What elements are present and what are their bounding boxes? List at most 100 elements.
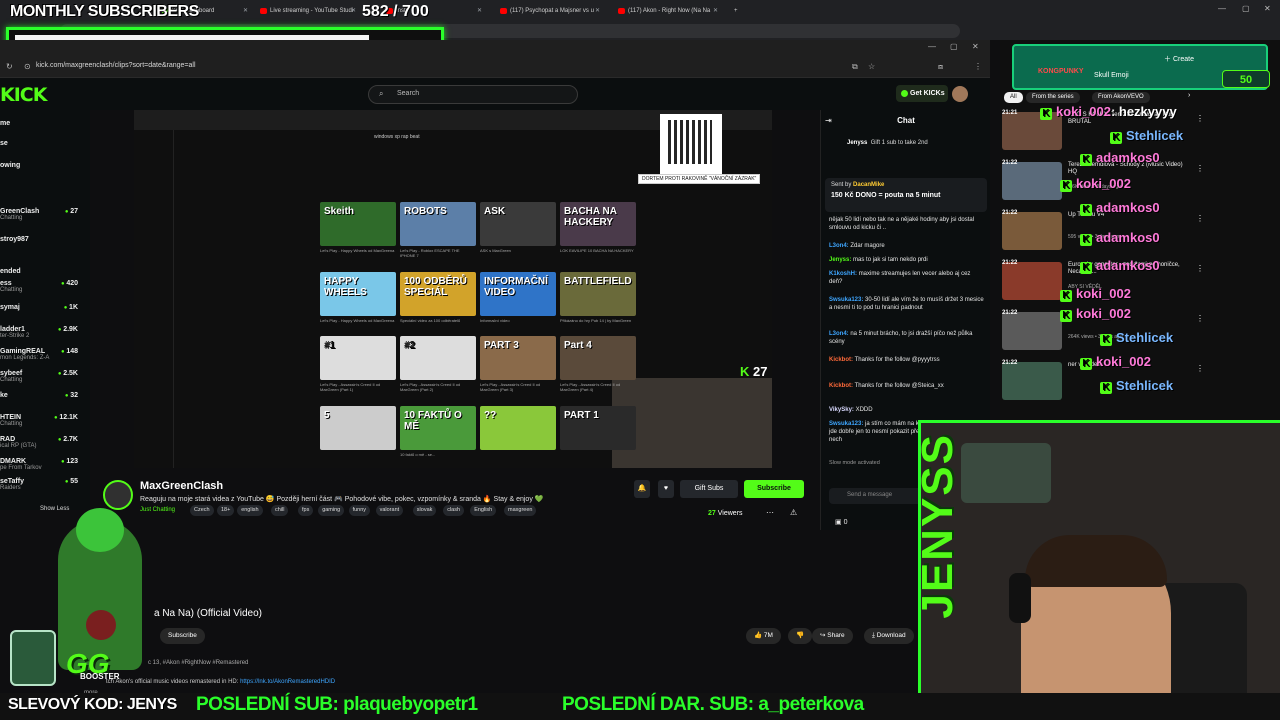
report-icon[interactable]: ⚠ — [790, 508, 797, 517]
chevron-right-icon[interactable]: › — [1188, 92, 1190, 99]
download-button[interactable]: ⤓ Download — [864, 628, 914, 644]
new-tab-button[interactable]: + — [732, 3, 746, 20]
gift-subs-button[interactable]: Gift Subs — [680, 480, 738, 498]
sidebar-channel[interactable]: ke 32 — [0, 392, 86, 399]
get-kicks-button[interactable]: Get KICKs — [896, 85, 948, 102]
video-thumbnail[interactable]: ASK — [480, 202, 556, 246]
video-thumbnail[interactable]: #2 — [400, 336, 476, 380]
sidebar-channel[interactable]: stroy987 — [0, 236, 86, 243]
browser-tab[interactable]: (117) Akon - Right Now (Na Na ✕ — [616, 3, 720, 20]
stream-tag[interactable]: English — [470, 505, 497, 516]
close-tab-icon[interactable]: ✕ — [477, 3, 482, 20]
site-info-icon[interactable]: ⊙ — [24, 62, 31, 71]
chat-username[interactable]: L3on4: — [829, 243, 849, 249]
sidebar-channel[interactable]: essChatting 420 — [0, 280, 86, 293]
stream-tag[interactable]: clash — [443, 505, 465, 516]
like-button[interactable]: 👍 7M — [746, 628, 781, 644]
sidebar-channel[interactable]: me — [0, 120, 86, 127]
chat-username[interactable]: VikySky: — [829, 407, 854, 413]
video-thumbnail[interactable]: #1 — [320, 336, 396, 380]
close-window-icon[interactable]: ✕ — [1264, 4, 1271, 13]
stream-tag[interactable]: valorant — [375, 505, 404, 516]
notification-bell-button[interactable]: 🔔 — [634, 480, 650, 498]
stream-tag[interactable]: funny — [348, 505, 371, 516]
create-button[interactable]: ＋ Create — [1164, 54, 1194, 64]
browser-tab[interactable]: Live streaming - YouTube Studi ✕ — [258, 3, 358, 20]
more-options-icon[interactable]: ⋮ — [1196, 364, 1204, 373]
sidebar-channel[interactable]: sybeefChatting 2.5K — [0, 370, 86, 383]
stream-tag[interactable]: slovak — [412, 505, 437, 516]
subscribe-button[interactable]: Subscribe — [744, 480, 804, 498]
video-thumbnail[interactable]: 100 ODBĚRŮ SPECIÁL — [400, 272, 476, 316]
video-thumbnail[interactable]: Part 4 — [560, 336, 636, 380]
sidebar-channel[interactable]: GamingREALmon Legends: Z-A 148 — [0, 348, 86, 361]
maximize-icon[interactable]: ▢ — [1242, 4, 1250, 13]
sidebar-channel[interactable]: HTEINChatting 12.1K — [0, 414, 86, 427]
more-options-icon[interactable]: ⋮ — [1196, 214, 1204, 223]
more-options-icon[interactable]: ⋮ — [1196, 314, 1204, 323]
close-tab-icon[interactable]: ✕ — [351, 3, 356, 20]
follow-heart-button[interactable]: ♥ — [658, 480, 674, 498]
inner-maximize-icon[interactable]: ▢ — [950, 42, 958, 51]
extensions-icon[interactable]: ⧈ — [938, 62, 943, 72]
translate-icon[interactable]: ⧉ — [852, 62, 858, 72]
sidebar-channel[interactable]: ladder1ter-Strike 2 2.9K — [0, 326, 86, 339]
stream-tag[interactable]: Czech — [190, 505, 214, 516]
close-tab-icon[interactable]: ✕ — [713, 3, 718, 20]
suggestion-tab[interactable]: From the series — [1026, 92, 1080, 103]
more-options-icon[interactable]: ⋮ — [1196, 264, 1204, 273]
video-thumbnail[interactable]: 10 FAKTŮ O MĚ — [400, 406, 476, 450]
video-thumbnail[interactable]: INFORMAČNÍ VIDEO — [480, 272, 556, 316]
video-thumbnail[interactable]: BATTLEFIELD — [560, 272, 636, 316]
inner-close-icon[interactable]: ✕ — [972, 42, 979, 51]
video-thumbnail[interactable]: ?? — [480, 406, 556, 450]
dislike-button[interactable]: 👎 — [788, 628, 813, 644]
sidebar-channel[interactable]: owing — [0, 162, 86, 169]
video-thumbnail[interactable]: HAPPY WHEELS — [320, 272, 396, 316]
menu-dots-icon[interactable]: ⋮ — [974, 62, 982, 71]
more-options-icon[interactable]: ⋮ — [1196, 164, 1204, 173]
suggestion-tab[interactable]: From AkonVEVO — [1092, 92, 1150, 103]
sidebar-channel[interactable]: se — [0, 140, 86, 147]
more-options-icon[interactable]: ⋮ — [1196, 114, 1204, 123]
sidebar-channel[interactable]: RADical RP (GTA) 2.7K — [0, 436, 86, 449]
description-url[interactable]: https://lnk.to/AkonRemasteredHDID — [240, 679, 335, 685]
stream-tag[interactable]: 18+ — [217, 505, 235, 516]
suggestion-tab[interactable]: All — [1004, 92, 1023, 103]
chat-username[interactable]: L3on4: — [829, 331, 849, 337]
chat-username[interactable]: Swsuka123: — [829, 421, 863, 427]
close-tab-icon[interactable]: ✕ — [243, 3, 248, 20]
stream-tag[interactable]: maxgreen — [504, 505, 537, 516]
browser-tab[interactable]: (117) Psychopat a Majsner vs u ✕ — [498, 3, 602, 20]
sidebar-channel[interactable]: GreenClashChatting 27 — [0, 208, 86, 221]
sidebar-channel[interactable]: ended — [0, 268, 86, 275]
video-thumbnail[interactable]: Skeith — [320, 202, 396, 246]
search-input[interactable]: ⌕ Search — [368, 85, 578, 104]
show-less-link[interactable]: Show Less — [40, 506, 69, 512]
chat-username[interactable]: Kickbot: — [829, 383, 853, 389]
stream-tag[interactable]: english — [237, 505, 263, 516]
user-avatar[interactable] — [952, 86, 968, 102]
stream-tag[interactable]: gaming — [318, 505, 345, 516]
video-thumbnail[interactable]: ROBOTS — [400, 202, 476, 246]
minimize-icon[interactable]: — — [1218, 4, 1226, 13]
url-text[interactable]: kick.com/maxgreenclash/clips?sort=date&r… — [36, 62, 196, 69]
video-thumbnail[interactable]: BACHA NA HACKERY — [560, 202, 636, 246]
stream-video-player[interactable]: DORTEM PROTI RAKOVINĚ "VÁNOČNÍ ZÁZRAK" K… — [134, 110, 772, 468]
sidebar-channel[interactable]: symaj 1K — [0, 304, 86, 311]
chat-username[interactable]: Swsuka123: — [829, 297, 863, 303]
share-button[interactable]: ↪ Share — [812, 628, 853, 644]
stream-tag[interactable]: fps — [298, 505, 314, 516]
share-icon[interactable]: ⋯ — [766, 508, 774, 517]
reload-icon[interactable]: ↻ — [6, 62, 13, 71]
video-thumbnail[interactable]: 5 — [320, 406, 396, 450]
stream-tag[interactable]: chill — [271, 505, 289, 516]
sidebar-channel[interactable]: seTaffyRaiders 55 — [0, 478, 86, 491]
video-thumbnail[interactable]: PART 3 — [480, 336, 556, 380]
chat-username[interactable]: K1koshH: — [829, 271, 857, 277]
video-thumbnail[interactable]: PART 1 — [560, 406, 636, 450]
streamer-name[interactable]: MaxGreenClash — [140, 480, 223, 492]
kick-logo[interactable]: KICK — [0, 84, 47, 106]
inner-minimize-icon[interactable]: — — [928, 42, 936, 51]
sidebar-channel[interactable]: DMARKpe From Tarkov 123 — [0, 458, 86, 471]
